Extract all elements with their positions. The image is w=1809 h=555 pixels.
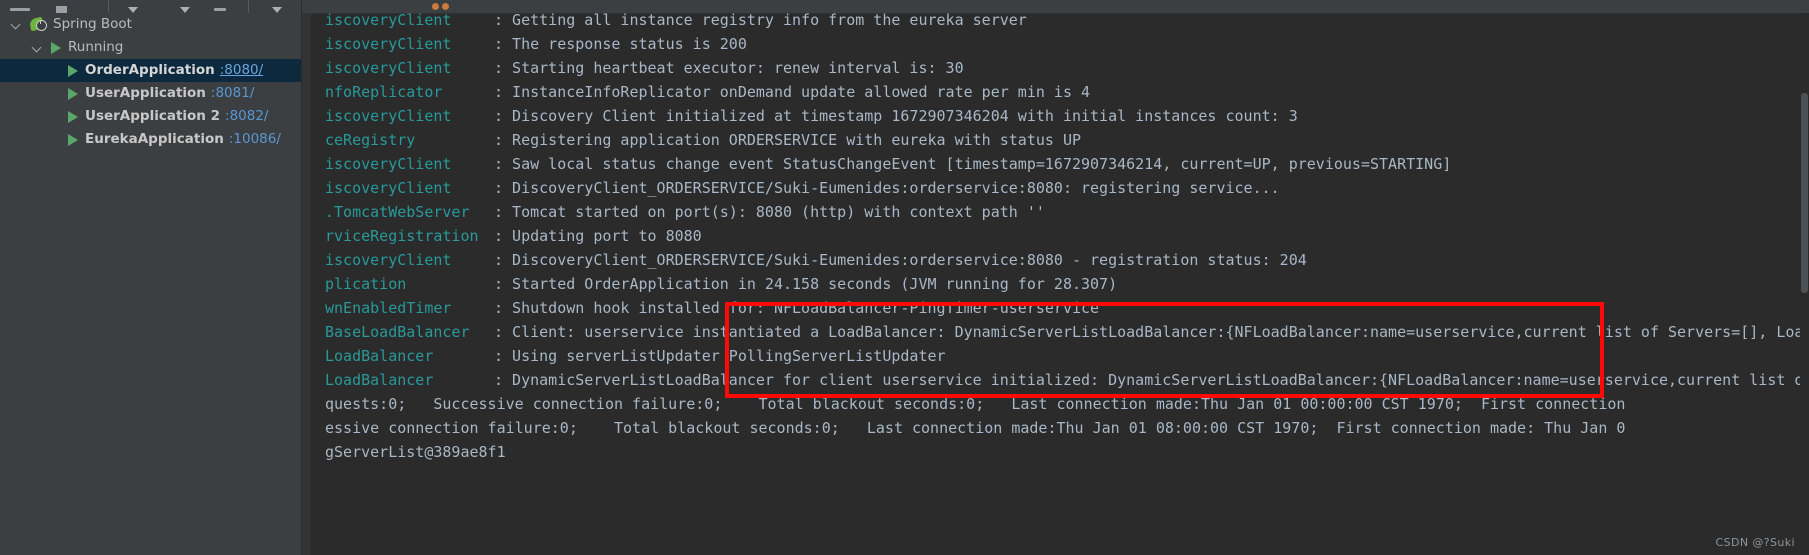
log-message: : Client: userservice instantiated a Loa… xyxy=(494,323,1809,341)
sidebar-item-orderapplication[interactable]: OrderApplication :8080/ xyxy=(0,59,301,82)
collapsed-frames-icon[interactable] xyxy=(432,3,452,10)
log-logger-name: ceRegistry xyxy=(325,131,416,149)
tree-item-port-link[interactable]: :10086/ xyxy=(229,128,281,151)
log-logger-name: iscoveryClient xyxy=(325,59,452,77)
console-log-lines[interactable]: iscoveryClient : Getting all instance reg… xyxy=(311,13,1809,555)
run-icon xyxy=(68,133,78,146)
run-toolbar[interactable] xyxy=(0,0,301,14)
run-icon xyxy=(68,110,78,123)
log-message: : Using serverListUpdater PollingServerL… xyxy=(494,347,946,365)
scrollbar-thumb[interactable] xyxy=(1801,93,1808,293)
log-message: : InstanceInfoReplicator onDemand update… xyxy=(494,83,1091,101)
console-gutter xyxy=(302,13,311,555)
log-logger-name: iscoveryClient xyxy=(325,35,452,53)
sidebar-item-eurekaapplication[interactable]: EurekaApplication :10086/ xyxy=(0,128,301,151)
run-icon xyxy=(68,64,78,77)
tree-item-port-link[interactable]: :8082/ xyxy=(225,105,268,128)
sidebar-item-userapplication-2[interactable]: UserApplication 2 :8082/ xyxy=(0,105,301,128)
tree-item-label: EurekaApplication xyxy=(85,131,224,147)
log-message: : Started OrderApplication in 24.158 sec… xyxy=(494,275,1118,293)
log-logger-name: iscoveryClient xyxy=(325,107,452,125)
log-message: : Registering application ORDERSERVICE w… xyxy=(494,131,1081,149)
console-tab-strip xyxy=(302,0,1809,14)
spring-boot-icon xyxy=(28,16,47,32)
log-message: : Discovery Client initialized at timest… xyxy=(494,107,1298,125)
log-message: gServerList@389ae8f1 xyxy=(325,443,506,461)
log-message: : The response status is 200 xyxy=(494,35,747,53)
tree-item-label: OrderApplication xyxy=(85,62,215,78)
toolbar-divider xyxy=(108,0,109,13)
log-message: : DynamicServerListLoadBalancer for clie… xyxy=(494,371,1809,389)
tree-item-label: Running xyxy=(68,39,124,55)
log-logger-name: LoadBalancer xyxy=(325,371,434,389)
tree-item-label: UserApplication xyxy=(85,85,206,101)
log-message: : Tomcat started on port(s): 8080 (http)… xyxy=(494,203,1045,221)
log-logger-name: iscoveryClient xyxy=(325,179,452,197)
log-logger-name: rviceRegistration xyxy=(325,227,479,245)
tree-item-spring-boot[interactable]: Spring Boot xyxy=(0,13,301,36)
tree-item-port-link[interactable]: :8080/ xyxy=(220,59,263,82)
tree-item-running[interactable]: Running xyxy=(0,36,301,59)
chevron-down-icon[interactable] xyxy=(11,19,22,30)
log-logger-name: nfoReplicator xyxy=(325,83,443,101)
run-icon xyxy=(68,87,78,100)
log-message: : Shutdown hook installed for: NFLoadBal… xyxy=(494,299,1100,317)
log-logger-name: .TomcatWebServer xyxy=(325,203,470,221)
run-icon xyxy=(51,41,61,54)
log-message: : Updating port to 8080 xyxy=(494,227,702,245)
tree-item-label: Spring Boot xyxy=(53,16,132,32)
log-message: : DiscoveryClient_ORDERSERVICE/Suki-Eume… xyxy=(494,251,1307,269)
console-scrollbar[interactable] xyxy=(1800,13,1809,555)
log-message: : Getting all instance registry info fro… xyxy=(494,13,1027,29)
chevron-down-icon[interactable] xyxy=(32,42,43,53)
log-message: : Saw local status change event StatusCh… xyxy=(494,155,1452,173)
log-message: essive connection failure:0; Total black… xyxy=(325,419,1626,437)
log-message: quests:0; Successive connection failure:… xyxy=(325,395,1626,413)
log-logger-name: plication xyxy=(325,275,407,293)
log-logger-name: iscoveryClient xyxy=(325,155,452,173)
log-logger-name: iscoveryClient xyxy=(325,251,452,269)
log-message: : DiscoveryClient_ORDERSERVICE/Suki-Eume… xyxy=(494,179,1280,197)
log-logger-name: LoadBalancer xyxy=(325,347,434,365)
menu-icon[interactable] xyxy=(10,8,30,11)
log-logger-name: BaseLoadBalancer xyxy=(325,323,470,341)
toolbar-divider-2 xyxy=(248,0,249,13)
tree-item-port-link[interactable]: :8081/ xyxy=(211,82,254,105)
log-message: : Starting heartbeat executor: renew int… xyxy=(494,59,964,77)
services-tree[interactable]: Spring Boot Running OrderApplication :80… xyxy=(0,13,301,555)
log-logger-name: wnEnabledTimer xyxy=(325,299,452,317)
sidebar-item-userapplication[interactable]: UserApplication :8081/ xyxy=(0,82,301,105)
stop-icon[interactable] xyxy=(56,6,67,13)
layout-icon[interactable] xyxy=(214,8,226,11)
watermark-text: CSDN @?Suki xyxy=(1715,536,1795,549)
console-output-panel[interactable]: iscoveryClient : Getting all instance reg… xyxy=(302,0,1809,555)
tree-item-label: UserApplication 2 xyxy=(85,108,221,124)
log-logger-name: iscoveryClient xyxy=(325,13,452,29)
ide-window: Spring Boot Running OrderApplication :80… xyxy=(0,0,1809,555)
